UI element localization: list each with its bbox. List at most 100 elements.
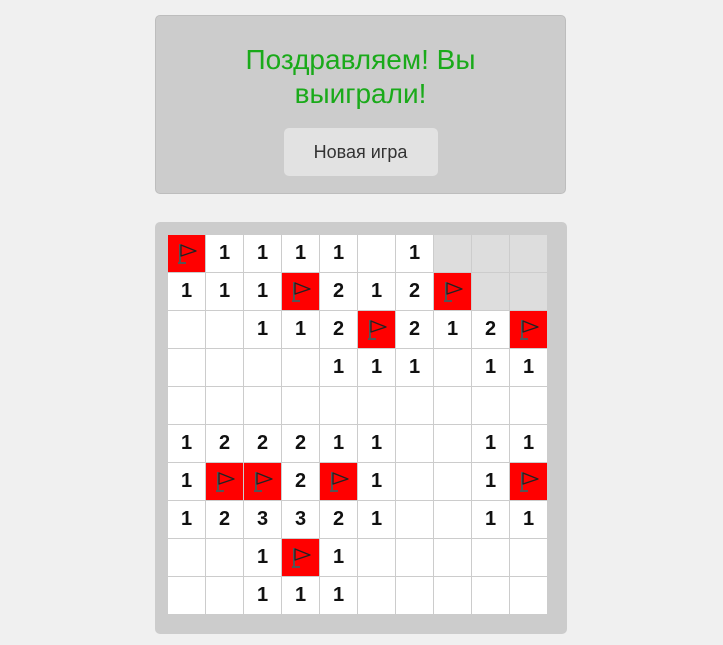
empty-cell[interactable] — [472, 577, 509, 614]
empty-cell[interactable] — [282, 387, 319, 424]
number-cell[interactable]: 1 — [510, 501, 547, 538]
number-cell[interactable]: 1 — [244, 311, 281, 348]
number-cell[interactable]: 1 — [244, 577, 281, 614]
empty-cell[interactable] — [396, 463, 433, 500]
number-cell[interactable]: 1 — [244, 539, 281, 576]
empty-cell[interactable] — [168, 539, 205, 576]
flagged-cell[interactable] — [206, 463, 243, 500]
number-cell[interactable]: 1 — [358, 273, 395, 310]
empty-cell[interactable] — [244, 387, 281, 424]
empty-cell[interactable] — [358, 387, 395, 424]
number-cell[interactable]: 1 — [168, 463, 205, 500]
number-cell[interactable]: 1 — [358, 463, 395, 500]
number-cell[interactable]: 1 — [320, 425, 357, 462]
number-cell[interactable]: 1 — [510, 425, 547, 462]
empty-cell[interactable] — [168, 387, 205, 424]
number-cell[interactable]: 2 — [320, 273, 357, 310]
number-cell[interactable]: 2 — [396, 311, 433, 348]
flagged-cell[interactable] — [282, 539, 319, 576]
number-cell[interactable]: 2 — [396, 273, 433, 310]
empty-cell[interactable] — [320, 387, 357, 424]
empty-cell[interactable] — [244, 349, 281, 386]
empty-cell[interactable] — [396, 577, 433, 614]
empty-cell[interactable] — [358, 235, 395, 272]
empty-cell[interactable] — [396, 539, 433, 576]
number-cell[interactable]: 1 — [168, 501, 205, 538]
empty-cell[interactable] — [206, 387, 243, 424]
empty-cell[interactable] — [206, 349, 243, 386]
empty-cell[interactable] — [206, 311, 243, 348]
new-game-button[interactable]: Новая игра — [283, 128, 438, 176]
empty-cell[interactable] — [168, 577, 205, 614]
empty-cell[interactable] — [510, 577, 547, 614]
number-cell[interactable]: 1 — [472, 425, 509, 462]
number-cell[interactable]: 1 — [396, 235, 433, 272]
empty-cell[interactable] — [358, 539, 395, 576]
hidden-cell[interactable] — [472, 235, 509, 272]
empty-cell[interactable] — [168, 349, 205, 386]
number-cell[interactable]: 1 — [358, 349, 395, 386]
number-cell[interactable]: 1 — [320, 235, 357, 272]
empty-cell[interactable] — [206, 539, 243, 576]
number-cell[interactable]: 1 — [472, 501, 509, 538]
empty-cell[interactable] — [472, 387, 509, 424]
empty-cell[interactable] — [434, 501, 471, 538]
flagged-cell[interactable] — [320, 463, 357, 500]
empty-cell[interactable] — [358, 577, 395, 614]
number-cell[interactable]: 2 — [320, 311, 357, 348]
hidden-cell[interactable] — [510, 273, 547, 310]
number-cell[interactable]: 2 — [206, 501, 243, 538]
number-cell[interactable]: 2 — [320, 501, 357, 538]
flagged-cell[interactable] — [358, 311, 395, 348]
number-cell[interactable]: 1 — [320, 577, 357, 614]
number-cell[interactable]: 3 — [282, 501, 319, 538]
empty-cell[interactable] — [434, 425, 471, 462]
number-cell[interactable]: 2 — [244, 425, 281, 462]
number-cell[interactable]: 1 — [320, 539, 357, 576]
flagged-cell[interactable] — [282, 273, 319, 310]
empty-cell[interactable] — [472, 539, 509, 576]
number-cell[interactable]: 1 — [244, 235, 281, 272]
number-cell[interactable]: 1 — [282, 311, 319, 348]
flagged-cell[interactable] — [244, 463, 281, 500]
number-cell[interactable]: 1 — [472, 349, 509, 386]
number-cell[interactable]: 1 — [396, 349, 433, 386]
number-cell[interactable]: 1 — [244, 273, 281, 310]
number-cell[interactable]: 1 — [434, 311, 471, 348]
empty-cell[interactable] — [168, 311, 205, 348]
number-cell[interactable]: 1 — [472, 463, 509, 500]
number-cell[interactable]: 1 — [168, 425, 205, 462]
flagged-cell[interactable] — [510, 463, 547, 500]
empty-cell[interactable] — [396, 501, 433, 538]
hidden-cell[interactable] — [510, 235, 547, 272]
empty-cell[interactable] — [282, 349, 319, 386]
hidden-cell[interactable] — [472, 273, 509, 310]
empty-cell[interactable] — [434, 577, 471, 614]
empty-cell[interactable] — [434, 539, 471, 576]
empty-cell[interactable] — [434, 463, 471, 500]
flagged-cell[interactable] — [510, 311, 547, 348]
number-cell[interactable]: 2 — [282, 463, 319, 500]
empty-cell[interactable] — [434, 387, 471, 424]
number-cell[interactable]: 1 — [168, 273, 205, 310]
hidden-cell[interactable] — [434, 235, 471, 272]
empty-cell[interactable] — [396, 425, 433, 462]
number-cell[interactable]: 1 — [282, 235, 319, 272]
number-cell[interactable]: 1 — [206, 273, 243, 310]
empty-cell[interactable] — [396, 387, 433, 424]
number-cell[interactable]: 1 — [358, 501, 395, 538]
number-cell[interactable]: 2 — [472, 311, 509, 348]
empty-cell[interactable] — [206, 577, 243, 614]
flagged-cell[interactable] — [168, 235, 205, 272]
empty-cell[interactable] — [434, 349, 471, 386]
number-cell[interactable]: 3 — [244, 501, 281, 538]
number-cell[interactable]: 2 — [206, 425, 243, 462]
number-cell[interactable]: 1 — [358, 425, 395, 462]
number-cell[interactable]: 1 — [282, 577, 319, 614]
number-cell[interactable]: 1 — [510, 349, 547, 386]
flagged-cell[interactable] — [434, 273, 471, 310]
empty-cell[interactable] — [510, 387, 547, 424]
empty-cell[interactable] — [510, 539, 547, 576]
number-cell[interactable]: 1 — [320, 349, 357, 386]
number-cell[interactable]: 1 — [206, 235, 243, 272]
